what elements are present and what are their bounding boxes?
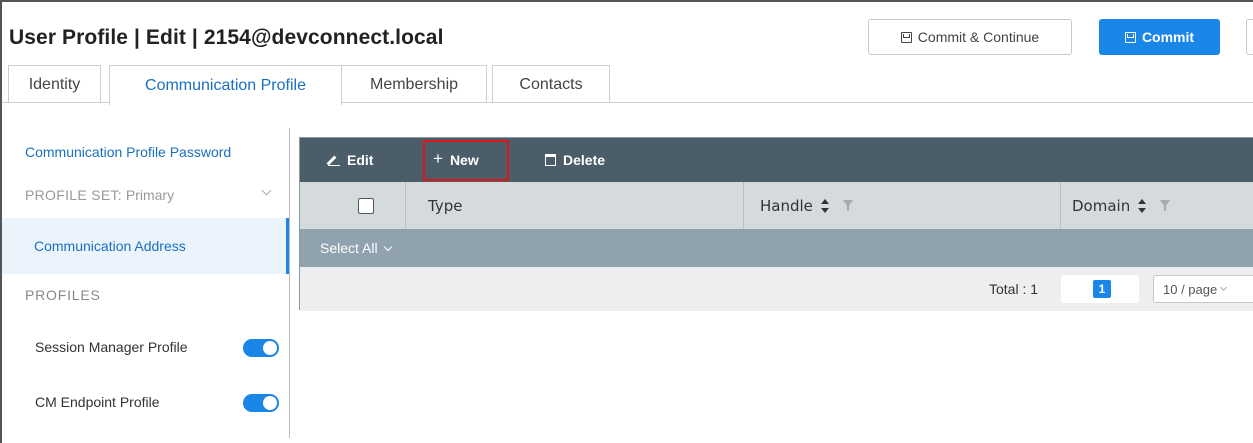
page-title: User Profile | Edit | 2154@devconnect.lo… xyxy=(9,26,444,49)
cm-endpoint-profile-label: CM Endpoint Profile xyxy=(35,394,160,410)
filter-icon[interactable] xyxy=(842,200,853,211)
pagination: 1 xyxy=(1061,275,1139,303)
profile-set-label: PROFILE SET: xyxy=(25,187,122,203)
profiles-heading: PROFILES xyxy=(25,287,101,303)
save-icon xyxy=(900,31,912,43)
communication-address-table: Edit + New Delete Type Handle Domain Sel… xyxy=(299,137,1253,311)
table-header: Type Handle Domain xyxy=(300,182,1253,229)
sidebar-item-communication-address[interactable]: Communication Address xyxy=(2,218,289,274)
table-toolbar: Edit + New Delete xyxy=(300,138,1253,182)
session-manager-profile-row: Session Manager Profile xyxy=(35,338,285,357)
sidebar: Communication Profile Password PROFILE S… xyxy=(2,128,292,438)
table-footer: Total : 1 1 10 / page xyxy=(300,267,1253,311)
total-count: Total : 1 xyxy=(989,281,1039,297)
select-all-dropdown[interactable]: Select All xyxy=(300,229,1253,267)
save-icon xyxy=(1124,31,1136,43)
column-divider xyxy=(405,182,406,229)
page-size-select[interactable]: 10 / page xyxy=(1153,275,1253,303)
column-domain-label: Domain xyxy=(1072,196,1131,215)
tab-identity[interactable]: Identity xyxy=(8,65,101,103)
new-button-highlight xyxy=(423,140,509,181)
column-divider xyxy=(743,182,744,229)
chevron-down-icon xyxy=(383,242,392,251)
cancel-button[interactable] xyxy=(1246,19,1253,55)
edit-button[interactable]: Edit xyxy=(328,138,373,182)
commit-button[interactable]: Commit xyxy=(1099,19,1220,55)
delete-label: Delete xyxy=(563,152,606,168)
column-handle-label: Handle xyxy=(760,196,813,215)
edit-label: Edit xyxy=(347,152,374,168)
commit-continue-label: Commit & Continue xyxy=(917,29,1040,45)
trash-icon xyxy=(545,154,556,166)
profile-set-value: Primary xyxy=(125,187,175,203)
sort-icon[interactable] xyxy=(1138,198,1147,213)
sidebar-divider xyxy=(289,128,290,438)
tab-communication-profile[interactable]: Communication Profile xyxy=(109,65,342,105)
pencil-icon xyxy=(328,154,340,166)
communication-profile-password-link[interactable]: Communication Profile Password xyxy=(25,142,311,162)
cm-endpoint-profile-toggle[interactable] xyxy=(243,394,279,412)
commit-label: Commit xyxy=(1141,29,1195,45)
chevron-down-icon xyxy=(1220,283,1228,292)
chevron-down-icon xyxy=(261,185,272,196)
delete-button[interactable]: Delete xyxy=(545,138,605,182)
sort-icon[interactable] xyxy=(820,198,829,213)
commit-continue-button[interactable]: Commit & Continue xyxy=(868,19,1072,55)
select-all-checkbox[interactable] xyxy=(358,197,374,214)
column-domain[interactable]: Domain xyxy=(1072,182,1171,229)
column-handle[interactable]: Handle xyxy=(760,182,853,229)
page-button-1[interactable]: 1 xyxy=(1093,280,1111,298)
select-all-checkbox-cell xyxy=(358,182,374,229)
select-all-label: Select All xyxy=(320,240,378,256)
column-type[interactable]: Type xyxy=(428,182,462,229)
cm-endpoint-profile-row: CM Endpoint Profile xyxy=(35,393,285,412)
tab-contacts[interactable]: Contacts xyxy=(492,65,610,103)
page-size-value: 10 / page xyxy=(1163,281,1218,297)
column-divider xyxy=(1060,182,1061,229)
tab-membership[interactable]: Membership xyxy=(342,65,487,103)
session-manager-profile-toggle[interactable] xyxy=(243,339,279,357)
profile-set-select[interactable]: PROFILE SET: Primary xyxy=(25,185,275,204)
filter-icon[interactable] xyxy=(1160,200,1171,211)
session-manager-profile-label: Session Manager Profile xyxy=(35,339,188,355)
column-type-label: Type xyxy=(428,196,463,215)
